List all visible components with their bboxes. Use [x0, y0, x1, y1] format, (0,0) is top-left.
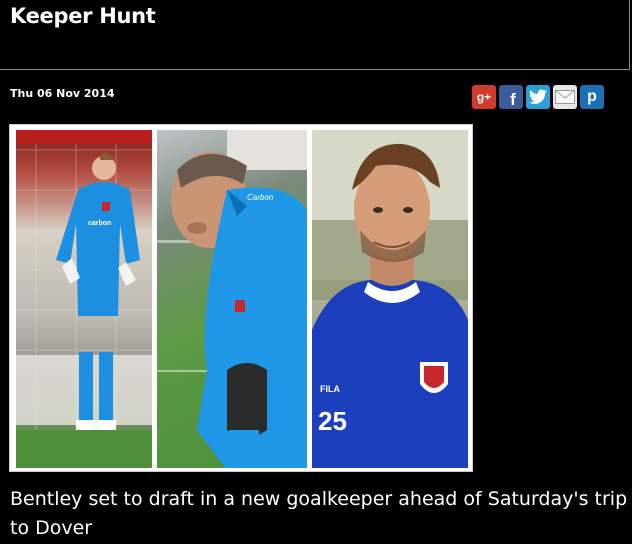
facebook-share-button[interactable]: f — [499, 85, 523, 109]
page-title: Keeper Hunt — [10, 4, 156, 28]
envelope-icon — [555, 90, 575, 104]
google-plus-icon: g+ — [476, 90, 492, 104]
shirt-number-text: 25 — [318, 406, 347, 436]
pinterest-share-button[interactable]: p — [580, 85, 604, 109]
facebook-icon: f — [510, 89, 516, 109]
photo-goalkeeper-green-kit: carbon — [16, 130, 152, 468]
photo-goalkeeper-closeup: Carbon — [157, 130, 307, 468]
google-plus-share-button[interactable]: g+ — [472, 85, 496, 109]
twitter-share-button[interactable] — [526, 85, 550, 109]
twitter-icon — [529, 89, 547, 105]
pinterest-icon: p — [587, 88, 597, 105]
email-share-button[interactable] — [553, 85, 577, 109]
post-date: Thu 06 Nov 2014 — [10, 87, 115, 100]
shirt-brand-text: FILA — [320, 384, 340, 394]
svg-text:Carbon: Carbon — [247, 193, 274, 202]
photo-player-number-25: FILA 25 — [312, 130, 468, 468]
article-headline[interactable]: Bentley set to draft in a new goalkeeper… — [10, 485, 630, 543]
article-photo-collage: carbon Carbon FILA 25 — [9, 124, 473, 472]
sponsor-text: carbon — [88, 220, 111, 227]
share-bar: g+ f p — [472, 85, 604, 109]
header-box: Keeper Hunt — [0, 0, 630, 70]
